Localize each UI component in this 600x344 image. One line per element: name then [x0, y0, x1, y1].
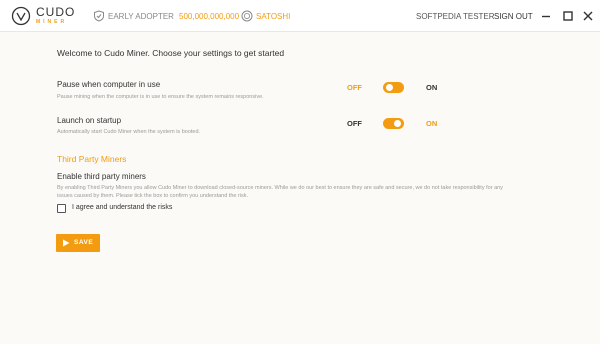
close-icon[interactable] — [581, 9, 595, 23]
toggle-knob — [394, 120, 401, 127]
title-bar: CUDO MINER EARLY ADOPTER 500,000,000,000… — [0, 0, 600, 32]
coin-icon — [241, 10, 253, 22]
minimize-icon[interactable] — [539, 9, 553, 23]
pause-setting-description: Pause mining when the computer is in use… — [57, 94, 264, 100]
launch-off-label[interactable]: OFF — [347, 119, 362, 128]
save-button-label: SAVE — [74, 239, 94, 246]
page-title: Welcome to Cudo Miner. Choose your setti… — [57, 48, 285, 58]
launch-setting-title: Launch on startup — [57, 116, 122, 125]
third-party-description-line2: issues caused by them. Please tick the b… — [57, 193, 249, 199]
maximize-icon[interactable] — [561, 9, 575, 23]
user-name-link[interactable]: SOFTPEDIA TESTER — [416, 12, 495, 21]
pause-on-label[interactable]: ON — [426, 83, 437, 92]
agree-risks-label[interactable]: I agree and understand the risks — [72, 204, 172, 211]
sign-out-link[interactable]: SIGN OUT — [494, 12, 533, 21]
balance-value: 500,000,000,000 — [179, 12, 240, 21]
cudo-logo-icon — [11, 6, 31, 26]
launch-setting-description: Automatically start Cudo Miner when the … — [57, 129, 201, 135]
pause-setting-title: Pause when computer in use — [57, 80, 161, 89]
app-logo: CUDO MINER — [36, 6, 75, 25]
currency-label: SATOSHI — [256, 12, 291, 21]
third-party-description-line1: By enabling Third Party Miners you allow… — [57, 185, 503, 191]
save-button[interactable]: SAVE — [56, 234, 100, 252]
agree-risks-checkbox[interactable] — [57, 204, 66, 213]
logo-subtitle: MINER — [36, 19, 68, 25]
pause-toggle[interactable] — [383, 82, 404, 93]
status-badge: EARLY ADOPTER — [108, 12, 174, 21]
launch-toggle[interactable] — [383, 118, 404, 129]
logo-name: CUDO — [36, 5, 76, 19]
toggle-knob — [386, 84, 393, 91]
launch-on-label[interactable]: ON — [426, 119, 437, 128]
enable-third-party-title: Enable third party miners — [57, 172, 146, 181]
pause-off-label[interactable]: OFF — [347, 83, 362, 92]
shield-icon — [94, 10, 104, 22]
third-party-heading: Third Party Miners — [57, 154, 127, 164]
play-icon — [63, 239, 70, 247]
